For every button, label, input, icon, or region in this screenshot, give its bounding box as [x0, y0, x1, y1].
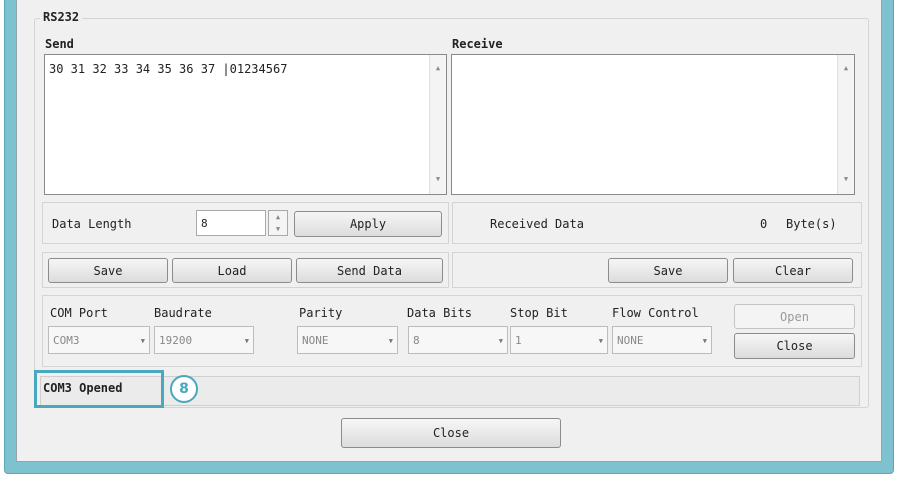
- data-bits-value: 8: [413, 333, 420, 347]
- receive-textarea[interactable]: ▲ ▼: [451, 54, 855, 195]
- send-label: Send: [45, 37, 74, 51]
- baudrate-value: 19200: [159, 333, 193, 347]
- data-length-input[interactable]: 8: [196, 210, 266, 236]
- parity-select[interactable]: NONE ▼: [297, 326, 398, 354]
- data-length-value: 8: [201, 216, 208, 230]
- scroll-down-icon[interactable]: ▼: [838, 174, 854, 184]
- received-data-count: 0: [760, 217, 768, 231]
- scroll-up-icon[interactable]: ▲: [430, 63, 446, 73]
- chevron-down-icon: ▼: [598, 337, 603, 345]
- load-button[interactable]: Load: [172, 258, 292, 283]
- data-bits-label: Data Bits: [407, 306, 473, 320]
- chevron-down-icon: ▼: [140, 337, 145, 345]
- send-data-button[interactable]: Send Data: [296, 258, 443, 283]
- clear-button[interactable]: Clear: [733, 258, 853, 283]
- data-length-label: Data Length: [52, 217, 132, 231]
- parity-value: NONE: [302, 333, 329, 347]
- open-port-button[interactable]: Open: [734, 304, 855, 329]
- chevron-down-icon: ▼: [244, 337, 249, 345]
- stop-bit-select[interactable]: 1 ▼: [510, 326, 608, 354]
- apply-button[interactable]: Apply: [294, 211, 442, 237]
- send-textarea[interactable]: 30 31 32 33 34 35 36 37 |01234567 ▲ ▼: [44, 54, 447, 195]
- received-data-unit: Byte(s): [786, 217, 837, 231]
- flow-control-value: NONE: [617, 333, 644, 347]
- received-data-label: Received Data: [490, 217, 584, 231]
- spin-up-icon[interactable]: ▲: [269, 212, 287, 222]
- chevron-down-icon: ▼: [388, 337, 393, 345]
- data-length-spinner[interactable]: ▲ ▼: [268, 210, 288, 236]
- dialog-close-button[interactable]: Close: [341, 418, 561, 448]
- receive-save-button[interactable]: Save: [608, 258, 728, 283]
- close-port-button[interactable]: Close: [734, 333, 855, 359]
- stop-bit-label: Stop Bit: [510, 306, 568, 320]
- scroll-down-icon[interactable]: ▼: [430, 174, 446, 184]
- receive-scrollbar[interactable]: ▲ ▼: [837, 55, 854, 194]
- com-port-select[interactable]: COM3 ▼: [48, 326, 150, 354]
- stop-bit-value: 1: [515, 333, 522, 347]
- send-scrollbar[interactable]: ▲ ▼: [429, 55, 446, 194]
- callout-badge: 8: [170, 375, 198, 403]
- send-save-button[interactable]: Save: [48, 258, 168, 283]
- data-bits-select[interactable]: 8 ▼: [408, 326, 508, 354]
- send-text: 30 31 32 33 34 35 36 37 |01234567: [49, 62, 288, 76]
- parity-label: Parity: [299, 306, 343, 320]
- status-text: COM3 Opened: [43, 381, 123, 395]
- com-port-value: COM3: [53, 333, 80, 347]
- com-port-label: COM Port: [50, 306, 108, 320]
- rs232-groupbox-title: RS232: [40, 10, 83, 24]
- baudrate-select[interactable]: 19200 ▼: [154, 326, 254, 354]
- spin-down-icon[interactable]: ▼: [269, 224, 287, 234]
- flow-control-select[interactable]: NONE ▼: [612, 326, 712, 354]
- receive-label: Receive: [452, 37, 503, 51]
- chevron-down-icon: ▼: [702, 337, 707, 345]
- scroll-up-icon[interactable]: ▲: [838, 63, 854, 73]
- baudrate-label: Baudrate: [154, 306, 212, 320]
- flow-control-label: Flow Control: [612, 306, 699, 320]
- chevron-down-icon: ▼: [498, 337, 503, 345]
